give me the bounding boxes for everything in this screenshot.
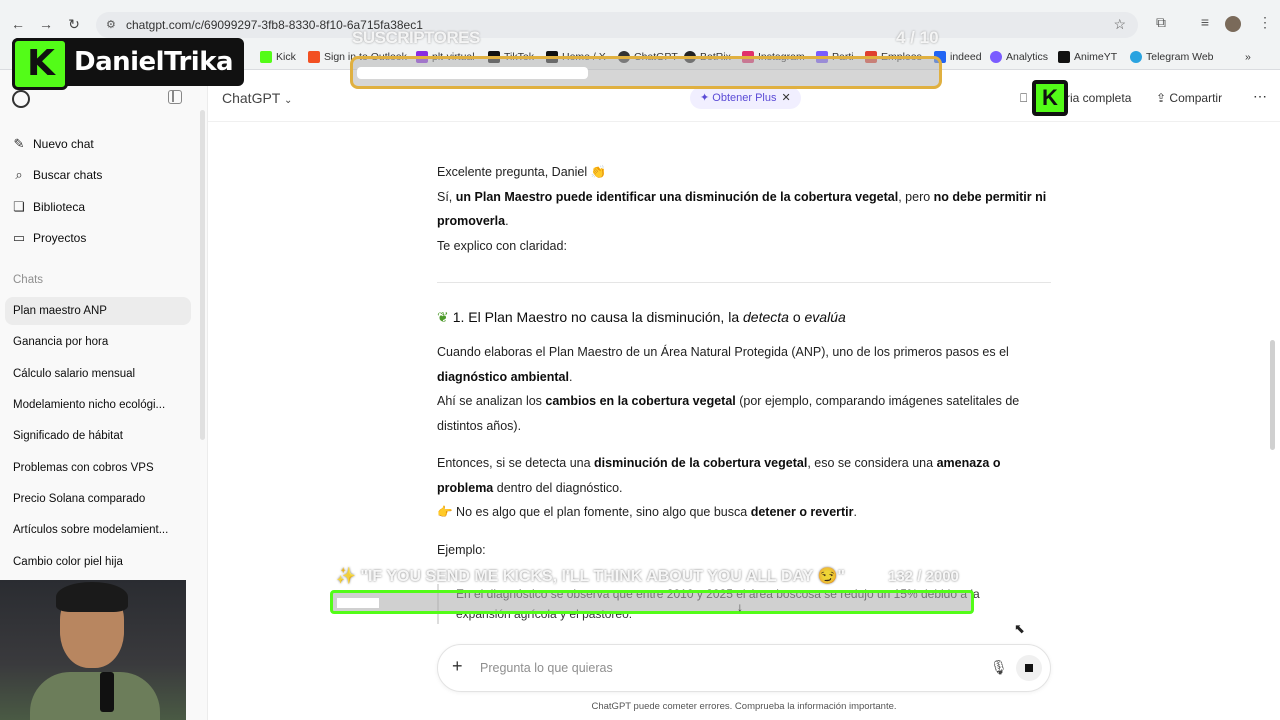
- chevron-down-icon: ⌄: [284, 95, 293, 106]
- assistant-message: Excelente pregunta, Daniel 👏 Sí, un Plan…: [437, 160, 1057, 258]
- chat-item[interactable]: Precio Solana comparado: [5, 485, 191, 513]
- close-icon[interactable]: ✕: [781, 92, 790, 104]
- new-chat-button[interactable]: ✎ Nuevo chat: [12, 136, 94, 152]
- bookmark-star-icon[interactable]: ☆: [1113, 16, 1126, 33]
- chat-item[interactable]: Cálculo salario mensual: [5, 360, 191, 388]
- more-options-icon[interactable]: ⋯: [1253, 88, 1267, 105]
- share-icon: ⇪: [1156, 91, 1167, 105]
- bookmark-analytics[interactable]: Analytics: [990, 51, 1048, 63]
- chat-item[interactable]: Plan maestro ANP: [5, 297, 191, 325]
- telegram-icon: [1130, 51, 1142, 63]
- analytics-icon: [990, 51, 1002, 63]
- model-selector[interactable]: ChatGPT ⌄: [222, 90, 292, 106]
- microphone-icon: [100, 672, 114, 712]
- forward-icon[interactable]: →: [36, 14, 56, 34]
- extensions-icon[interactable]: ⧉: [1152, 14, 1170, 31]
- scroll-down-icon[interactable]: ↓: [737, 600, 743, 614]
- get-plus-button[interactable]: ✦ Obtener Plus ✕: [690, 87, 801, 109]
- share-button[interactable]: ⇪ Compartir: [1156, 91, 1222, 105]
- address-bar[interactable]: ⚙ chatgpt.com/c/69099297-3fb8-8330-8f10-…: [96, 12, 1138, 38]
- chat-item[interactable]: Cambio color piel hija: [5, 548, 191, 576]
- library-icon: ❏: [13, 199, 25, 214]
- main-scrollbar[interactable]: [1270, 340, 1275, 450]
- divider: [437, 282, 1051, 283]
- example-label: Ejemplo:: [437, 543, 486, 557]
- disclaimer: ChatGPT puede cometer errores. Comprueba…: [591, 701, 897, 712]
- paragraph: Cuando elaboras el Plan Maestro de un Ár…: [437, 345, 1020, 433]
- microsoft-icon: [308, 51, 320, 63]
- more-bookmarks-icon[interactable]: »: [1245, 51, 1251, 63]
- kick-icon: [260, 51, 272, 63]
- media-controls-icon[interactable]: ≡: [1196, 14, 1214, 30]
- section-heading: ❦ 1. El Plan Maestro no causa la disminuc…: [437, 309, 846, 325]
- site-settings-icon[interactable]: ⚙: [106, 18, 116, 31]
- pencil-icon: ✎: [13, 136, 25, 151]
- back-icon[interactable]: ←: [8, 14, 28, 34]
- library-button[interactable]: ❏ Biblioteca: [12, 199, 85, 215]
- streamer-banner: K DanielTrika: [12, 38, 244, 90]
- sub-goal-count: 4 / 10: [896, 28, 939, 47]
- search-chats-button[interactable]: ⌕ Buscar chats: [12, 167, 102, 183]
- leaf-icon: ❦: [437, 309, 449, 325]
- kick-goal-count: 132 / 2000: [888, 568, 959, 585]
- chat-item[interactable]: Modelamiento nicho ecológi...: [5, 391, 191, 419]
- temporary-chat-icon[interactable]: ⎕: [1020, 91, 1027, 106]
- chat-item[interactable]: Significado de hábitat: [5, 422, 191, 450]
- paragraph: Entonces, si se detecta una disminución …: [437, 456, 1001, 519]
- streamer-name: DanielTrika: [74, 47, 234, 77]
- search-icon: ⌕: [15, 167, 23, 182]
- reload-icon[interactable]: ↻: [64, 14, 84, 34]
- mouse-cursor-icon: ⬉: [1014, 621, 1025, 636]
- chat-item[interactable]: Artículos sobre modelamient...: [5, 516, 191, 544]
- projects-button[interactable]: ▭ Proyectos: [12, 230, 87, 246]
- bookmark-animeyt[interactable]: AnimeYT: [1058, 51, 1117, 63]
- message-composer[interactable]: + Pregunta lo que quieras 🎙: [437, 644, 1051, 692]
- kick-logo: K: [1032, 80, 1068, 116]
- composer-input[interactable]: Pregunta lo que quieras: [480, 661, 613, 675]
- greeting: Excelente pregunta, Daniel 👏: [437, 165, 607, 179]
- profile-avatar[interactable]: [1225, 16, 1241, 32]
- kick-goal-fill: [337, 598, 379, 608]
- chat-item[interactable]: Ganancia por hora: [5, 328, 191, 356]
- folder-icon: ▭: [12, 230, 26, 245]
- sparkle-icon: ✦: [700, 92, 710, 104]
- answer-line: Sí, un Plan Maestro puede identificar un…: [437, 189, 1047, 229]
- kick-logo: K: [12, 38, 68, 90]
- chat-item[interactable]: Problemas con cobros VPS: [5, 454, 191, 482]
- plus-icon[interactable]: +: [452, 656, 463, 677]
- bookmark-telegram[interactable]: Telegram Web: [1130, 51, 1214, 63]
- sub-goal-label: SUSCRIPTORES: [352, 28, 480, 47]
- sidebar-toggle-icon[interactable]: [168, 90, 182, 104]
- bookmark-kick[interactable]: Kick: [260, 51, 296, 63]
- sub-goal-bar: [350, 56, 942, 89]
- chats-heading: Chats: [13, 274, 44, 286]
- mic-icon[interactable]: 🎙: [990, 659, 1008, 676]
- youtube-icon: [1058, 51, 1070, 63]
- openai-logo-icon[interactable]: [12, 90, 30, 108]
- stop-button[interactable]: [1016, 655, 1042, 681]
- intro-line: Te explico con claridad:: [437, 238, 567, 253]
- temporary-chat-button[interactable]: ria completa: [1066, 91, 1131, 105]
- webcam-feed: [0, 580, 186, 720]
- sub-goal-fill: [357, 67, 588, 79]
- sidebar-scrollbar[interactable]: [200, 110, 205, 440]
- browser-menu-icon[interactable]: ⋮: [1256, 14, 1274, 31]
- kick-goal-label: ✨ "IF YOU SEND ME KICKS, I'LL THINK ABOU…: [336, 568, 845, 585]
- kick-goal-bar: [330, 590, 974, 614]
